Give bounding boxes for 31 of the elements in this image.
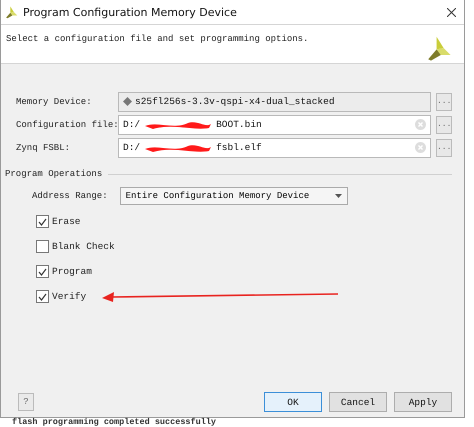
checkbox-label: Blank Check — [52, 241, 115, 252]
checkbox-label: Erase — [52, 216, 81, 227]
checkbox[interactable] — [36, 240, 49, 253]
section-title: Program Operations — [5, 169, 102, 179]
console-output: flash programming completed successfully — [12, 418, 218, 427]
field-label: Zynq FSBL: — [16, 142, 72, 152]
file-path-field[interactable]: D:/ BOOT.bin — [118, 114, 431, 134]
field-label: Memory Device: — [16, 96, 93, 106]
field-label: Address Range: — [32, 191, 108, 201]
file-path-field[interactable]: D:/ fsbl.elf — [118, 138, 431, 158]
chip-icon — [123, 97, 132, 106]
help-button[interactable]: ? — [18, 393, 34, 411]
checkbox-label: Program — [52, 266, 92, 277]
browse-button[interactable]: ... — [436, 92, 452, 110]
dialog-button[interactable]: Apply — [394, 392, 452, 412]
dialog-button[interactable]: OK — [264, 392, 322, 412]
header-description: Select a configuration file and set programming options. — [6, 34, 310, 44]
checkbox[interactable] — [36, 265, 49, 278]
checkbox[interactable] — [36, 215, 49, 228]
caret-icon — [334, 194, 342, 198]
field-label: Configuration file: — [16, 120, 118, 130]
address-range-dropdown[interactable]: Entire Configuration Memory Device — [120, 187, 348, 205]
device-field[interactable]: s25fl256s-3.3v-qspi-x4-dual_stacked — [118, 92, 431, 112]
app-logo-icon — [4, 5, 18, 19]
close-icon[interactable] — [447, 8, 456, 16]
checkbox-label: Verify — [52, 291, 86, 302]
browse-button[interactable]: ... — [436, 138, 452, 156]
checkbox[interactable] — [36, 290, 49, 303]
window-title: Program Configuration Memory Device — [23, 6, 238, 18]
browse-button[interactable]: ... — [436, 116, 452, 134]
dialog-button[interactable]: Cancel — [329, 392, 387, 412]
